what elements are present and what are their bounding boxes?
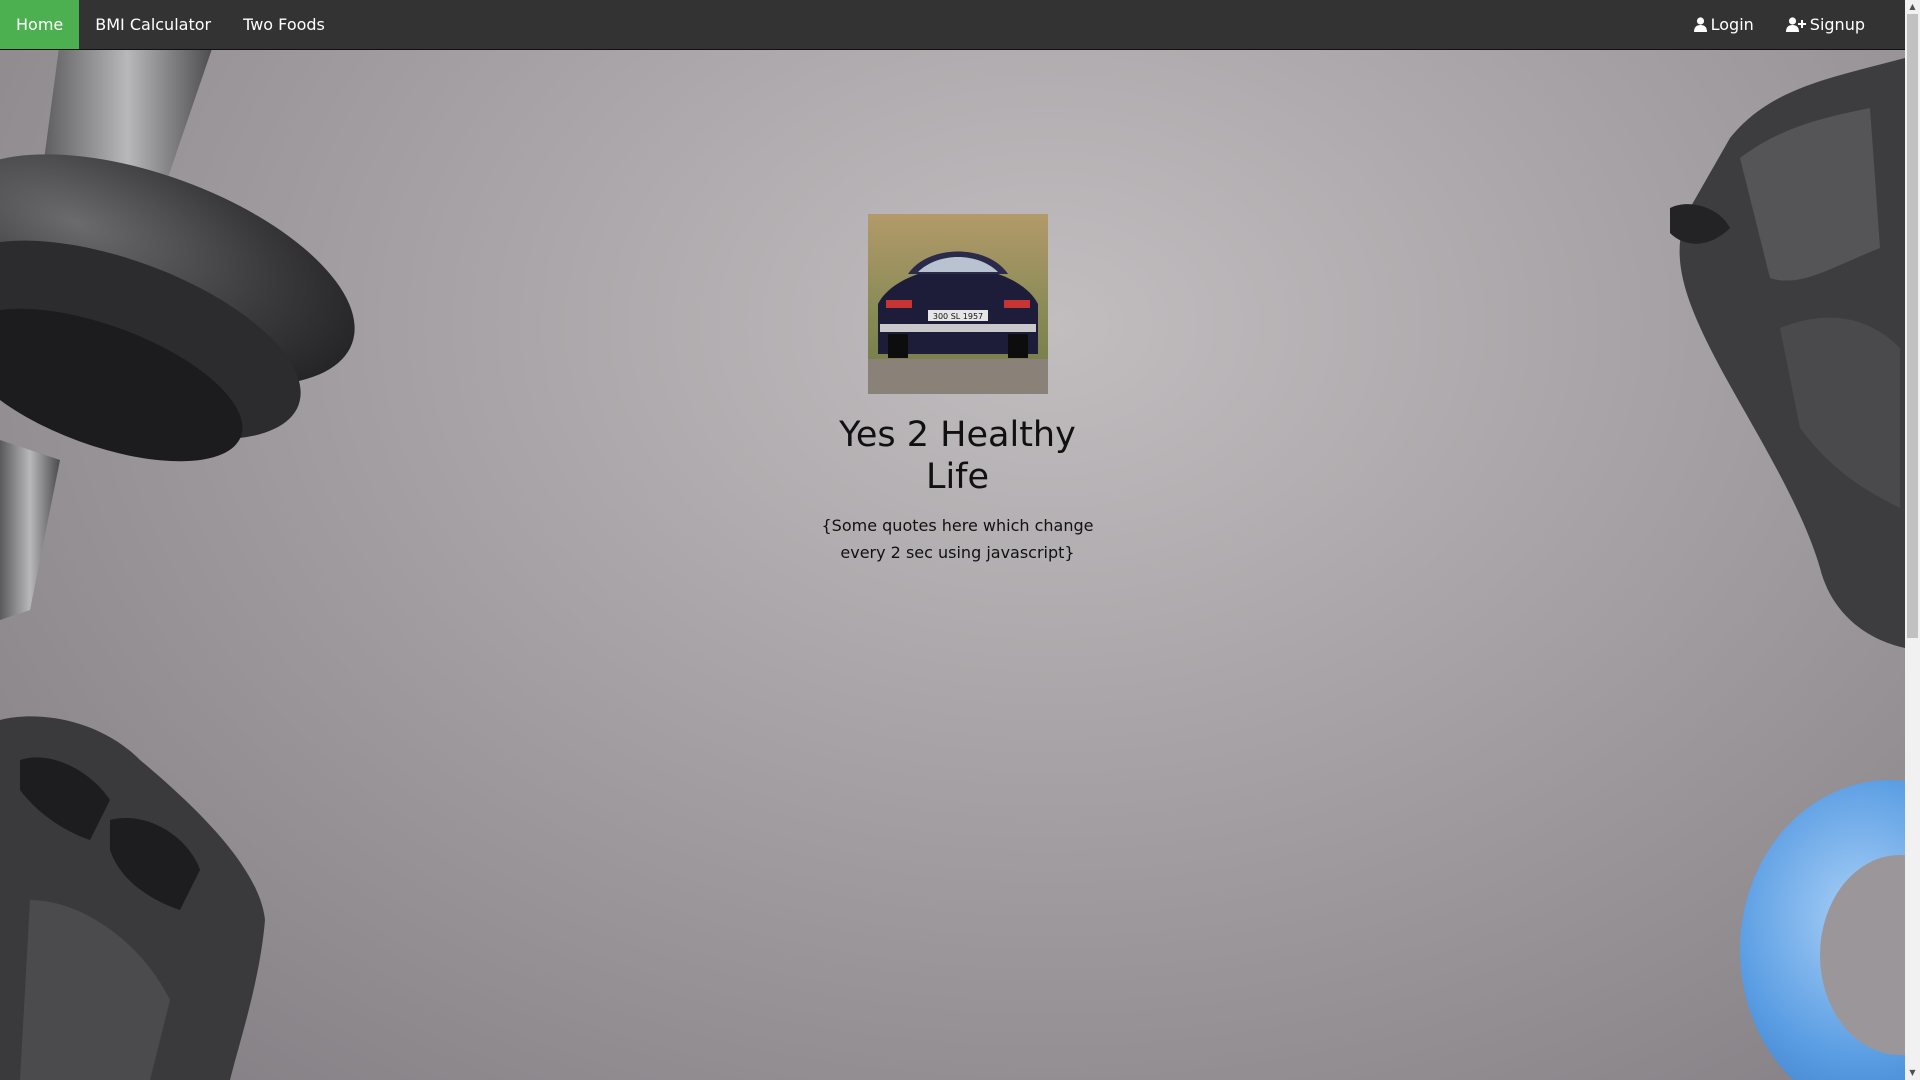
login-link[interactable]: Login <box>1678 0 1770 49</box>
user-plus-icon <box>1785 17 1806 32</box>
quote-text: {Some quotes here which change every 2 s… <box>821 516 1094 562</box>
nav-bmi-calculator-link[interactable]: BMI Calculator <box>79 0 227 49</box>
car-image: 300 SL 1957 <box>867 214 1048 394</box>
hero-section: 300 SL 1957 Yes 2 Healthy Life {Some quo… <box>0 214 1905 566</box>
glove-image-bottom-left <box>0 716 265 1080</box>
nav-left-group: Home BMI Calculator Two Foods <box>0 0 341 49</box>
scroll-down-arrow-icon[interactable]: ▼ <box>1905 1066 1920 1080</box>
scroll-up-arrow-icon[interactable]: ▲ <box>1905 0 1920 14</box>
nav-two-foods-link[interactable]: Two Foods <box>227 0 341 49</box>
scrollbar-thumb[interactable] <box>1907 14 1918 638</box>
grip-ring-image <box>1740 780 1905 1080</box>
page-background: 300 SL 1957 Yes 2 Healthy Life {Some quo… <box>0 0 1905 1080</box>
vertical-scrollbar[interactable]: ▲ ▼ <box>1905 0 1920 1080</box>
hero-image: 300 SL 1957 <box>867 214 1048 394</box>
nav-right-group: Login Signup <box>1678 0 1881 49</box>
user-icon <box>1693 17 1707 32</box>
signup-label: Signup <box>1809 15 1865 34</box>
nav-home-link[interactable]: Home <box>0 0 80 49</box>
top-navbar: Home BMI Calculator Two Foods Login Sign… <box>0 0 1905 50</box>
page-title: Yes 2 Healthy Life <box>839 415 1076 497</box>
license-plate-text: 300 SL 1957 <box>932 312 982 321</box>
signup-link[interactable]: Signup <box>1770 0 1881 49</box>
login-label: Login <box>1710 15 1754 34</box>
